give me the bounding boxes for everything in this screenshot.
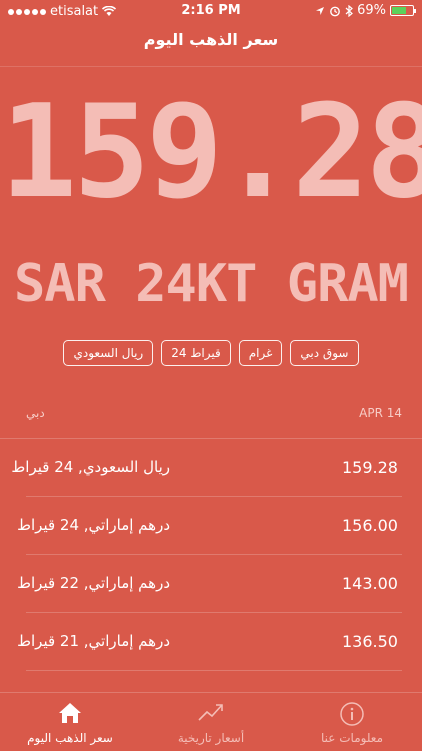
chip-karat[interactable]: قيراط 24 xyxy=(161,340,231,366)
battery-percent: 69% xyxy=(357,3,386,18)
rate-row[interactable]: درهم إماراتي, 21 قيراط 136.50 xyxy=(0,613,422,671)
rate-name: درهم إماراتي, 22 قيراط xyxy=(17,574,170,592)
home-icon xyxy=(59,703,81,723)
filter-chips: ريال السعودي قيراط 24 غرام سوق دبي xyxy=(0,340,422,366)
status-bar: etisalat 2:16 PM 69% xyxy=(0,0,422,24)
rate-row[interactable]: درهم إماراتي, 24 قيراط 156.00 xyxy=(0,497,422,555)
tab-bar: سعر الذهب اليوم أسعار تاريخية معلومات عن… xyxy=(0,692,422,751)
rates-list: ريال السعودي, 24 قيراط 159.28 درهم إمارا… xyxy=(0,439,422,671)
page-title: سعر الذهب اليوم xyxy=(143,30,279,49)
trend-chart-icon xyxy=(198,704,223,721)
rate-price: 156.00 xyxy=(342,516,398,535)
tab-label: سعر الذهب اليوم xyxy=(27,731,113,745)
price-unit: SAR 24KT GRAM xyxy=(14,254,409,314)
rate-name: ريال السعودي, 24 قيراط xyxy=(11,458,170,476)
alarm-icon xyxy=(330,6,340,16)
battery-icon xyxy=(390,5,416,16)
row-divider xyxy=(26,670,402,671)
header-divider xyxy=(0,66,422,67)
info-icon xyxy=(340,702,364,726)
battery-fill xyxy=(392,7,406,14)
location-arrow-icon xyxy=(316,6,325,15)
section-header: دبي APR 14 xyxy=(26,406,402,426)
rate-row[interactable]: ريال السعودي, 24 قيراط 159.28 xyxy=(0,439,422,497)
rate-price: 159.28 xyxy=(342,458,398,477)
tab-label: أسعار تاريخية xyxy=(177,731,245,745)
rate-price: 136.50 xyxy=(342,632,398,651)
tab-label: معلومات عنا xyxy=(320,731,384,745)
chip-market[interactable]: سوق دبي xyxy=(290,340,359,366)
current-price: 159.28 xyxy=(0,78,422,227)
tab-historical-prices[interactable]: أسعار تاريخية xyxy=(141,693,281,751)
status-right: 69% xyxy=(315,3,416,18)
chip-weight-unit[interactable]: غرام xyxy=(238,340,283,366)
chip-currency[interactable]: ريال السعودي xyxy=(63,340,154,366)
rate-price: 143.00 xyxy=(342,574,398,593)
bluetooth-icon xyxy=(345,4,354,17)
rate-name: درهم إماراتي, 21 قيراط xyxy=(17,632,170,650)
tab-about-us[interactable]: معلومات عنا xyxy=(282,693,422,751)
rate-row[interactable]: درهم إماراتي, 22 قيراط 143.00 xyxy=(0,555,422,613)
rate-name: درهم إماراتي, 24 قيراط xyxy=(17,516,170,534)
tab-today-price[interactable]: سعر الذهب اليوم xyxy=(0,693,140,751)
section-date: APR 14 xyxy=(359,406,402,420)
section-market: دبي xyxy=(26,406,45,420)
